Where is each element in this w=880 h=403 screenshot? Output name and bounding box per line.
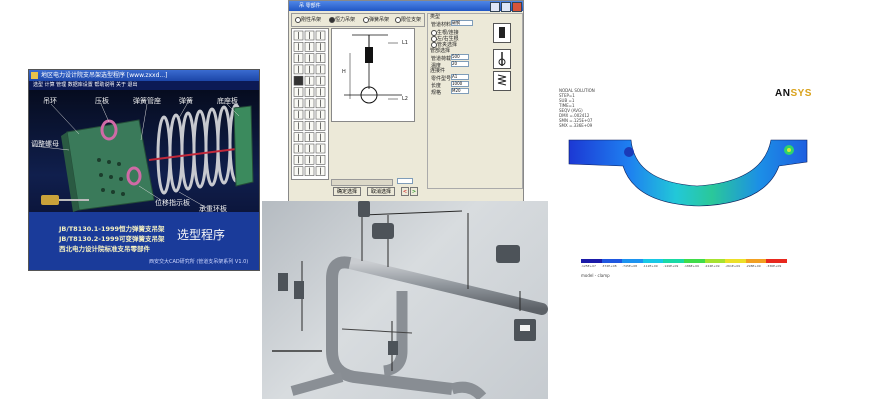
legend-value: .261E+09: [725, 264, 741, 268]
part-preview-2: [493, 49, 511, 69]
confirm-button[interactable]: 确定选择: [333, 187, 361, 196]
material-select[interactable]: 碳钢: [451, 20, 473, 26]
cancel-button[interactable]: 取消选择: [367, 187, 395, 196]
section3-header: 连接件: [430, 68, 446, 74]
part-select[interactable]: A1: [451, 74, 469, 80]
panel-header: 类型: [430, 14, 441, 20]
program-title: 选型程序: [177, 228, 226, 242]
callout-adjust-nut: 调整螺母: [31, 140, 59, 148]
copyright-footer: 西安交大CAD研究所 (管道支吊架系列 V1.0): [149, 259, 249, 265]
length-label: 长度: [431, 83, 442, 89]
spring-hanger-model-illustration: [32, 103, 254, 212]
section2-header: 管部选择: [430, 48, 451, 54]
legend-caption: model - clamp: [581, 273, 610, 278]
part-palette-icons: [293, 30, 326, 176]
tab-spring-label: 弹簧吊架: [369, 17, 390, 23]
spring-icon: [497, 74, 507, 86]
prev-button[interactable]: <: [401, 187, 409, 196]
spec-input[interactable]: M20: [451, 88, 469, 94]
window1-title: 地区电力设计院支吊架选型程序 [www.zxxd...]: [41, 72, 168, 79]
standard-line-1: JB/T8130.1-1999恒力弹簧支吊架: [59, 225, 165, 233]
tab-constant-label: 恒力吊架: [335, 17, 356, 23]
part-label: 零件型号: [431, 76, 452, 82]
spec-label: 规格: [431, 90, 442, 96]
legend-value: .224E+09: [704, 264, 720, 268]
temp-input[interactable]: 20: [451, 61, 469, 67]
tab-rigid-label: 刚性吊架: [301, 17, 322, 23]
part-selection-dialog: 吊 零部件 刚性吊架 恒力吊架 弹簧吊架 限位支架 L1 H L2 确定选择 取…: [288, 0, 524, 202]
legend-swatch: [622, 259, 643, 263]
legend-value: .112E+09: [642, 264, 658, 268]
next-button[interactable]: >: [410, 187, 418, 196]
window1-menu-bar[interactable]: 选型 计算 管理 数据库设置 帮助说明 关于 退出: [29, 81, 259, 90]
legend-value: .372E+08: [601, 264, 617, 268]
legend-swatch: [642, 259, 664, 263]
ansys-logo: ANSYS: [775, 88, 812, 99]
canvas-scrollbar[interactable]: [331, 179, 393, 186]
spring-hanger-3d-scene: 吊环 压板 弹簧管座 弹簧 底座板 调整螺母 位移指示板 承重环板: [29, 90, 259, 213]
pipe-system-illustration: [272, 201, 548, 401]
callout-base-plate: 底座板: [217, 97, 238, 105]
part-preview-1: [493, 23, 511, 43]
legend-value: .745E+08: [622, 264, 638, 268]
callout-spring: 弹簧: [179, 97, 193, 105]
legend-swatch: [725, 259, 746, 263]
ansys-logo-prefix: AN: [775, 88, 791, 99]
clamp-contour-plot: [568, 139, 808, 207]
close-button[interactable]: [512, 2, 522, 12]
maximize-button[interactable]: [501, 2, 511, 12]
window1-title-bar[interactable]: 地区电力设计院支吊架选型程序 [www.zxxd...]: [29, 70, 259, 81]
callout-indicator-plate: 位移指示板: [155, 199, 190, 207]
load-label: 管道荷载: [431, 56, 452, 62]
pipe-support-3d-model: [262, 201, 548, 401]
standard-line-2: JB/T8130.2-1999可变弹簧支吊架: [59, 235, 165, 243]
legend-value: .186E+09: [684, 264, 699, 268]
legend-swatch: [684, 259, 705, 263]
legend-swatch: [581, 259, 602, 263]
standard-line-3: 西北电力设计院标准支吊零部件: [59, 245, 150, 253]
legend-value: .336E+09: [766, 264, 782, 268]
callout-lifting-ring: 吊环: [43, 97, 57, 105]
legend-swatch: [704, 259, 726, 263]
ansys-logo-suffix: SYS: [790, 88, 812, 99]
material-label: 管道材料: [431, 22, 452, 28]
load-input[interactable]: 500: [451, 54, 469, 60]
legend-value: .149E+09: [663, 264, 679, 268]
legend-swatch: [663, 259, 684, 263]
legend-swatch: [766, 259, 787, 263]
minimize-button[interactable]: [490, 2, 500, 12]
rod-icon: [498, 52, 506, 66]
legend-swatch: [601, 259, 623, 263]
clamp-icon: [499, 27, 505, 38]
callout-spring-seat: 弹簧管座: [133, 97, 161, 105]
legend-value: .125E+07: [581, 264, 596, 268]
legend-value: .298E+09: [745, 264, 761, 268]
canvas-label-mid: H: [342, 69, 346, 75]
tab-limit-label: 限位支架: [401, 17, 422, 23]
app-icon: [31, 72, 38, 79]
window2-title: 吊 零部件: [299, 3, 321, 9]
canvas-label-bottom: L2: [402, 96, 408, 102]
part-preview-3: [493, 71, 511, 91]
ansys-stress-result: ANSYS NODAL SOLUTION STEP=1 SUB =1 TIME=1 SE…: [557, 82, 815, 278]
legend-swatch: [745, 259, 767, 263]
window2-title-bar[interactable]: 吊 零部件: [289, 1, 523, 12]
length-input[interactable]: 1000: [451, 81, 469, 87]
drawing-canvas[interactable]: L1 H L2: [331, 28, 415, 122]
part-palette: [291, 28, 329, 180]
canvas-label-top: L1: [402, 40, 408, 46]
page-number-field[interactable]: [397, 178, 413, 184]
spring-hanger-program-window: 地区电力设计院支吊架选型程序 [www.zxxd...] 选型 计算 管理 数据…: [28, 69, 260, 271]
callout-press-plate: 压板: [95, 97, 109, 105]
